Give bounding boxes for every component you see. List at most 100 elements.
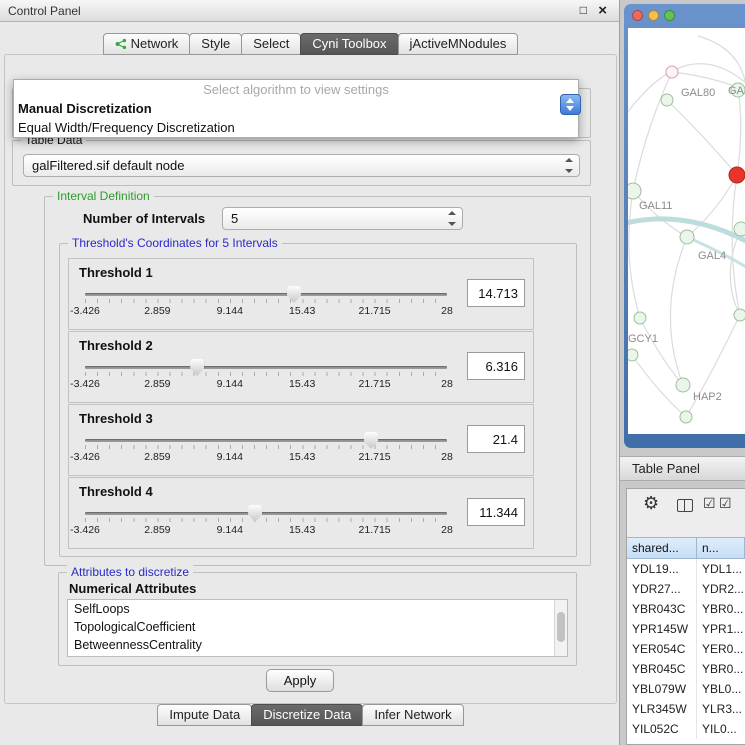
zoom-traffic-light[interactable] [664, 10, 675, 21]
scrollbar-thumb[interactable] [557, 612, 565, 642]
tab-select[interactable]: Select [241, 33, 301, 55]
table-row[interactable]: YBR043CYBR0... [627, 599, 745, 619]
slider-scale-label: 2.859 [144, 305, 170, 317]
table-cell: YPR1... [697, 619, 745, 639]
table-cell: YIL052C [627, 719, 697, 739]
close-traffic-light[interactable] [632, 10, 643, 21]
tab-infer-network[interactable]: Infer Network [362, 704, 463, 726]
threshold-4-value-input[interactable] [467, 498, 525, 526]
slider-scale-label: 15.43 [289, 305, 315, 317]
slider-ticks [85, 445, 447, 449]
number-of-intervals-label: Number of Intervals [83, 211, 205, 226]
tab-network[interactable]: Network [103, 33, 191, 55]
tab-impute-data[interactable]: Impute Data [157, 704, 252, 726]
table-row[interactable]: YBR045CYBR0... [627, 659, 745, 679]
gear-icon[interactable]: ⚙ [643, 493, 659, 514]
slider-scale-label: 9.144 [217, 305, 243, 317]
table-row[interactable]: YER054CYER0... [627, 639, 745, 659]
table-row[interactable]: YPR145WYPR1... [627, 619, 745, 639]
slider-track[interactable] [85, 512, 447, 515]
slider-track[interactable] [85, 366, 447, 369]
column-header-shared-name[interactable]: shared... [627, 537, 697, 559]
network-node[interactable] [666, 66, 678, 78]
threshold-1-slider[interactable] [85, 285, 447, 305]
table-row[interactable]: YIL052CYIL0... [627, 719, 745, 739]
network-node[interactable] [676, 378, 690, 392]
close-window-icon[interactable]: × [598, 2, 607, 19]
float-window-icon[interactable]: □ [580, 3, 587, 17]
apply-button[interactable]: Apply [266, 669, 334, 692]
table-cell: YDL19... [627, 559, 697, 579]
table-panel-header[interactable]: Table Panel [620, 456, 745, 481]
tab-label: Network [131, 34, 179, 54]
number-of-intervals-combobox[interactable]: 5 [222, 207, 463, 230]
slider-scale-label: 21.715 [359, 305, 391, 317]
table-cell: YLR345W [627, 699, 697, 719]
select-rows-checkbox-icon[interactable]: ☑ [719, 495, 732, 512]
network-node[interactable] [634, 312, 646, 324]
table-cell: YBR0... [697, 659, 745, 679]
tab-jactivemodules[interactable]: jActiveMNodules [398, 33, 519, 55]
slider-scale-label: 2.859 [144, 378, 170, 390]
network-node[interactable] [680, 411, 692, 423]
network-canvas[interactable]: GAL80GAGAL11GAL4GCY1HAP2 [628, 28, 745, 434]
network-node-label: HAP2 [693, 391, 722, 403]
algorithm-combobox-stepper[interactable] [560, 94, 581, 115]
minimize-traffic-light[interactable] [648, 10, 659, 21]
threshold-2-value-input[interactable] [467, 352, 525, 380]
dropdown-option-manual-discretization[interactable]: Manual Discretization [14, 99, 578, 118]
threshold-1-panel: Threshold 1 -3.4262.8599.14415.4321.7152… [68, 258, 534, 330]
numerical-attributes-label: Numerical Attributes [69, 581, 196, 596]
list-item[interactable]: BetweennessCentrality [68, 636, 567, 654]
slider-track[interactable] [85, 293, 447, 296]
network-node[interactable] [628, 349, 638, 361]
network-node-label: GAL80 [681, 87, 715, 99]
slider-track[interactable] [85, 439, 447, 442]
network-node[interactable] [729, 167, 745, 183]
threshold-2-slider[interactable] [85, 358, 447, 378]
threshold-4-slider[interactable] [85, 504, 447, 524]
network-node[interactable] [661, 94, 673, 106]
bottom-tab-bar: Impute Data Discretize Data Infer Networ… [0, 704, 620, 726]
slider-scale-label: 9.144 [217, 524, 243, 536]
control-panel-titlebar[interactable]: Control Panel □ × [0, 0, 619, 22]
threshold-3-panel: Threshold 3 -3.4262.8599.14415.4321.7152… [68, 404, 534, 476]
columns-icon[interactable] [677, 499, 693, 512]
slider-ticks [85, 372, 447, 376]
table-row[interactable]: YDR27...YDR2... [627, 579, 745, 599]
table-panel-title: Table Panel [632, 461, 700, 476]
network-node[interactable] [628, 183, 641, 199]
slider-scale-label: 21.715 [359, 524, 391, 536]
threshold-1-value-input[interactable] [467, 279, 525, 307]
column-header-name[interactable]: n... [697, 537, 745, 559]
select-all-checkbox-icon[interactable]: ☑ [703, 495, 716, 512]
network-node[interactable] [734, 309, 745, 321]
tab-style[interactable]: Style [189, 33, 242, 55]
control-panel-window: Control Panel □ × Network Style Select [0, 0, 620, 745]
combobox-stepper-icon[interactable] [447, 208, 458, 229]
table-row[interactable]: YDL19...YDL1... [627, 559, 745, 579]
network-node[interactable] [680, 230, 694, 244]
slider-scale-label: 9.144 [217, 451, 243, 463]
table-data-combobox[interactable]: galFiltered.sif default node [23, 154, 580, 177]
list-scrollbar[interactable] [554, 600, 567, 656]
slider-scale-label: -3.426 [70, 524, 100, 536]
table-row[interactable]: YLR345WYLR3... [627, 699, 745, 719]
slider-scale-label: -3.426 [70, 305, 100, 317]
dropdown-option-equal-width-frequency[interactable]: Equal Width/Frequency Discretization [14, 118, 578, 137]
threshold-3-value-input[interactable] [467, 425, 525, 453]
network-node-label: GA [728, 85, 745, 97]
list-item[interactable]: SelfLoops [68, 600, 567, 618]
threshold-4-panel: Threshold 4 -3.4262.8599.14415.4321.7152… [68, 477, 534, 549]
network-node[interactable] [734, 222, 745, 236]
numerical-attributes-list[interactable]: SelfLoops TopologicalCoefficient Between… [67, 599, 568, 657]
threshold-3-slider[interactable] [85, 431, 447, 451]
combobox-stepper-icon[interactable] [564, 155, 575, 176]
slider-ticks [85, 299, 447, 303]
list-item[interactable]: TopologicalCoefficient [68, 618, 567, 636]
table-cell: YLR3... [697, 699, 745, 719]
tab-discretize-data[interactable]: Discretize Data [251, 704, 363, 726]
table-row[interactable]: YBL079WYBL0... [627, 679, 745, 699]
slider-scale-label: 28 [441, 451, 453, 463]
tab-cyni-toolbox[interactable]: Cyni Toolbox [300, 33, 398, 55]
